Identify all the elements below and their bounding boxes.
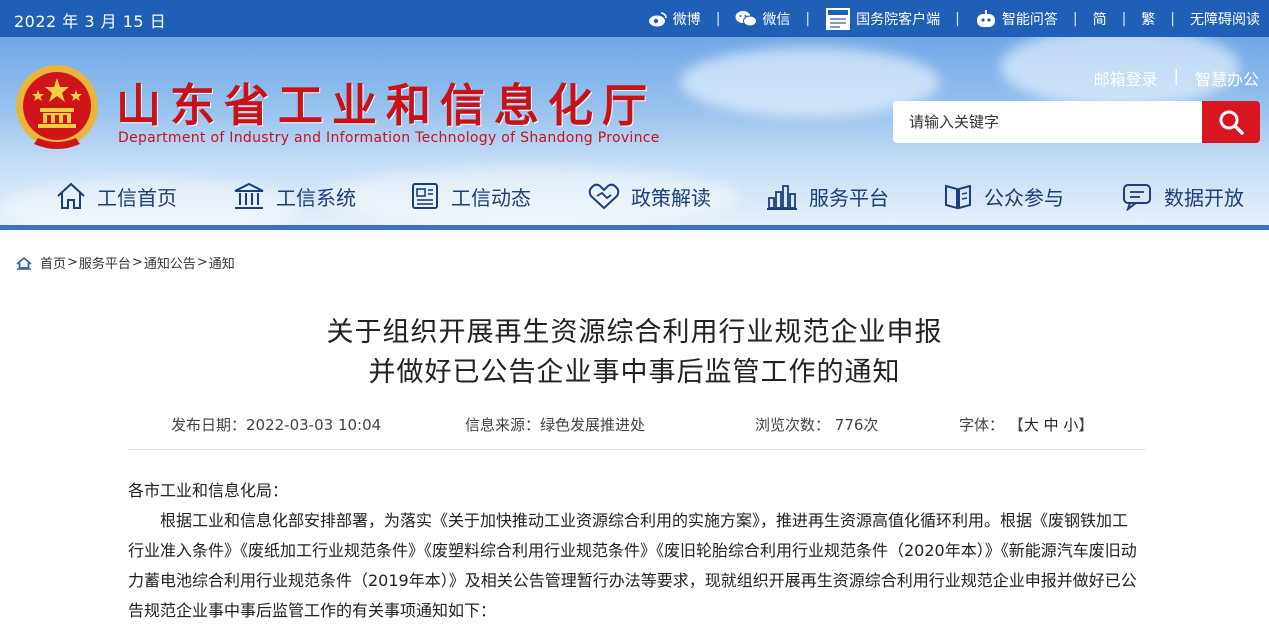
smart-office-link[interactable]: 智慧办公 [1195, 66, 1259, 90]
breadcrumb-notice[interactable]: 通知 [209, 253, 235, 272]
weibo-icon [648, 11, 667, 26]
institution-icon [234, 182, 264, 209]
view-count-label: 浏览次数： [755, 416, 831, 434]
wechat-icon [735, 11, 758, 27]
site-title: 山东省工业和信息化厅 [116, 79, 657, 132]
site-subtitle: Department of Industry and Information T… [118, 130, 660, 146]
weibo-label: 微博 [672, 11, 701, 28]
font-medium-button[interactable]: 中 [1044, 416, 1059, 434]
top-links: 微博 | 微信 | 国务院客户端 | 智能问答 | 简 | 繁 | 无障碍阅读 [648, 0, 1260, 37]
current-date: 2022 年 3 月 15 日 [14, 12, 167, 31]
wechat-label: 微信 [762, 11, 791, 28]
article-title-line1: 关于组织开展再生资源综合利用行业规范企业申报 [326, 317, 943, 348]
separator: | [955, 10, 960, 27]
nav-item-policy[interactable]: 政策解读 [587, 174, 711, 218]
nav-item-system[interactable]: 工信系统 [232, 174, 356, 218]
mail-login-link[interactable]: 邮箱登录 [1094, 66, 1158, 90]
nav-label: 服务平台 [809, 185, 889, 210]
handshake-icon [588, 183, 620, 210]
qa-link[interactable]: 智能问答 [975, 9, 1058, 29]
nav-label: 工信首页 [97, 185, 177, 210]
breadcrumb-service[interactable]: 服务平台 [79, 253, 131, 272]
national-emblem-icon [16, 65, 98, 149]
gov-app-link[interactable]: 国务院客户端 [825, 7, 940, 31]
nav-label: 工信系统 [276, 185, 356, 210]
header-links: 邮箱登录 | 智慧办公 [1094, 66, 1259, 90]
meta-divider [128, 449, 1146, 450]
accessibility-link[interactable]: 无障碍阅读 [1190, 9, 1260, 29]
nav-label: 公众参与 [984, 185, 1064, 210]
nav-item-public[interactable]: 公众参与 [942, 174, 1064, 218]
breadcrumb: 首页 > 服务平台 > 通知公告 > 通知 [16, 253, 235, 272]
view-count: 浏览次数： 776次 [755, 414, 878, 435]
nav-label: 数据开放 [1164, 185, 1244, 210]
search-button[interactable] [1202, 101, 1260, 143]
article-body: 各市工业和信息化局： 根据工业和信息化部安排部署，为落实《关于加快推动工业资源综… [128, 476, 1138, 626]
bar-chart-icon [767, 185, 797, 210]
top-bar: 2022 年 3 月 15 日 微博 | 微信 | 国务院客户端 | 智能问答 … [0, 0, 1269, 37]
nav-label: 政策解读 [631, 185, 711, 210]
book-icon [945, 184, 971, 210]
nav-item-news[interactable]: 工信动态 [409, 174, 531, 218]
article-title-line2: 并做好已公告企业事中事后监管工作的通知 [368, 357, 901, 388]
robot-icon [976, 9, 995, 27]
separator: | [715, 10, 721, 27]
nav-divider [0, 225, 1269, 230]
chat-icon [1123, 184, 1151, 211]
font-size-label: 字体： [959, 416, 1005, 434]
font-small-button[interactable]: 小 [1063, 416, 1078, 434]
search-input[interactable] [893, 101, 1202, 143]
publish-date: 发布日期：2022-03-03 10:04 [171, 416, 382, 434]
separator: | [1173, 66, 1179, 85]
nav-item-data[interactable]: 数据开放 [1120, 174, 1244, 218]
weibo-link[interactable]: 微博 [648, 9, 701, 29]
main-nav: 工信首页 工信系统 工信动态 政策解读 服务平台 公众参与 数据开放 [0, 174, 1269, 218]
separator: | [1170, 10, 1175, 27]
nav-item-service[interactable]: 服务平台 [765, 174, 889, 218]
home-icon [16, 256, 32, 270]
traditional-link[interactable]: 繁 [1141, 9, 1155, 29]
info-source: 信息来源：绿色发展推进处 [465, 416, 646, 434]
gov-app-label: 国务院客户端 [856, 11, 941, 28]
nav-item-home[interactable]: 工信首页 [55, 174, 177, 218]
search-box [893, 101, 1260, 143]
breadcrumb-home[interactable]: 首页 [40, 253, 66, 272]
site-header: 山东省工业和信息化厅 Department of Industry and In… [0, 37, 1269, 229]
article-paragraph: 根据工业和信息化部安排部署，为落实《关于加快推动工业资源综合利用的实施方案》，推… [128, 511, 1137, 620]
font-large-button[interactable]: 大 [1024, 416, 1039, 434]
simplified-link[interactable]: 简 [1093, 9, 1107, 29]
view-count-value: 776次 [834, 416, 879, 434]
font-size-control: 字体： 【大 中 小】 [959, 416, 1094, 434]
gov-app-icon [826, 7, 851, 30]
qa-label: 智能问答 [1001, 11, 1058, 28]
separator: | [805, 10, 811, 27]
news-icon [412, 183, 438, 209]
breadcrumb-announcements[interactable]: 通知公告 [144, 253, 196, 272]
nav-label: 工信动态 [451, 185, 531, 210]
search-icon [1219, 110, 1244, 135]
home-icon [57, 182, 85, 209]
separator: | [1121, 10, 1127, 27]
separator: | [1072, 10, 1078, 27]
wechat-link[interactable]: 微信 [735, 9, 790, 29]
salutation: 各市工业和信息化局： [128, 481, 289, 500]
